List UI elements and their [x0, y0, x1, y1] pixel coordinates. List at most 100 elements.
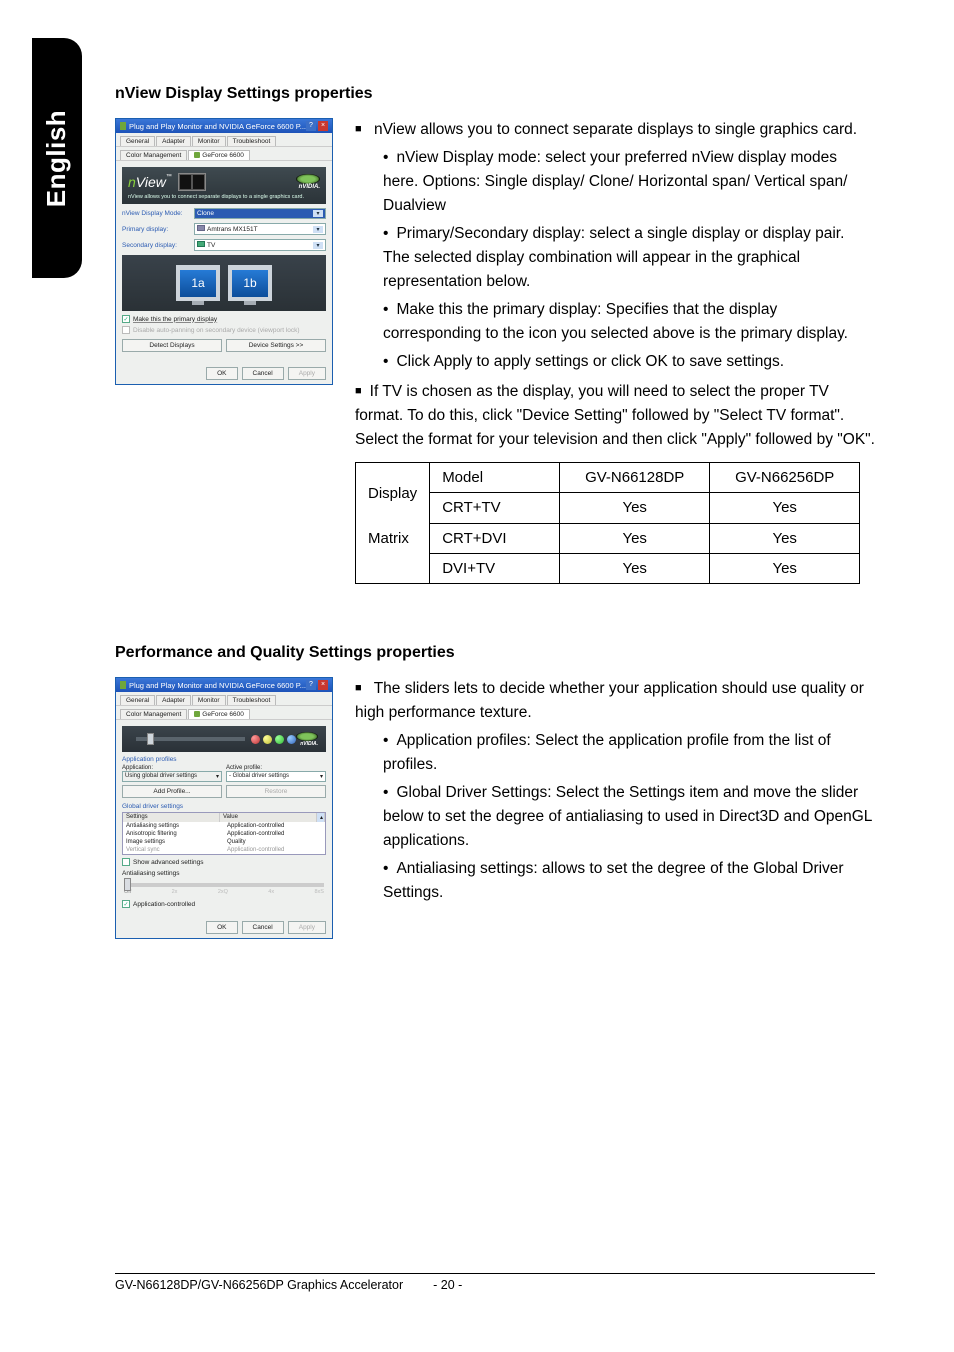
label-app-controlled: Application-controlled: [133, 901, 195, 908]
checkbox-disable-panning: [122, 326, 130, 334]
language-side-tab: English: [32, 38, 82, 278]
perf-quality-slider-bar: nVIDIA.: [122, 726, 326, 752]
dialog-body: nView™ nVIDIA. nView allows you to conne…: [116, 161, 332, 363]
list-row[interactable]: Anisotropic filteringApplication-control…: [123, 830, 325, 838]
aa-tick: 8xS: [314, 889, 323, 895]
add-profile-button[interactable]: Add Profile...: [122, 785, 222, 798]
list-row[interactable]: Image settingsQuality: [123, 838, 325, 846]
checkbox-make-primary[interactable]: ✓: [122, 315, 130, 323]
tab-geforce[interactable]: GeForce 6600: [188, 150, 250, 160]
help-button[interactable]: ?: [306, 121, 316, 131]
nview-sub-1: nView Display mode: select your preferre…: [383, 146, 875, 218]
button-bar: Detect Displays Device Settings >>: [122, 339, 326, 352]
label-make-primary: Make this the primary display: [133, 316, 217, 323]
chevron-down-icon: ▾: [313, 226, 323, 233]
matrix-r2-c2: Yes: [710, 553, 860, 583]
matrix-r1-c1: Yes: [560, 523, 710, 553]
ok-button[interactable]: OK: [206, 367, 237, 380]
matrix-h-model: Model: [430, 463, 560, 493]
nview-bullet-1: nView allows you to connect separate dis…: [355, 118, 875, 374]
slider-thumb[interactable]: [147, 733, 154, 745]
perf-heading: Performance and Quality Settings propert…: [115, 644, 875, 662]
tab-general[interactable]: General: [120, 136, 155, 146]
select-primary-display[interactable]: Amtrans MX151T ▾: [194, 223, 326, 235]
display-matrix-table: Display Model GV-N66128DP GV-N66256DP CR…: [355, 462, 860, 584]
nvidia-tab-icon: [194, 152, 200, 158]
list-cell: Quality: [224, 838, 325, 846]
aa-tick: 2x: [172, 889, 178, 895]
nvidia-eye-logo: nVIDIA.: [296, 732, 318, 747]
nview-bullet-2: If TV is chosen as the display, you will…: [355, 380, 875, 452]
monitor-preview-2[interactable]: 1b: [228, 265, 272, 301]
active-profile-value: - Global driver settings: [229, 773, 289, 780]
perf-bullet-1-text: The sliders lets to decide whether your …: [355, 680, 864, 721]
list-cell: Application-controlled: [224, 846, 325, 854]
perf-sub-2: Global Driver Settings: Select the Setti…: [383, 781, 875, 853]
aa-slider[interactable]: Off 2x 2xQ 4x 8xS: [124, 883, 324, 895]
tab-geforce-label: GeForce 6600: [202, 152, 244, 159]
list-row[interactable]: Antialiasing settingsApplication-control…: [123, 822, 325, 830]
perf-sub-3: Antialiasing settings: allows to set the…: [383, 857, 875, 905]
perf-row: Plug and Play Monitor and NVIDIA GeForce…: [115, 677, 875, 939]
list-cell: Vertical sync: [123, 846, 224, 854]
tab-color-management[interactable]: Color Management: [120, 150, 187, 160]
cancel-button[interactable]: Cancel: [242, 367, 284, 380]
language-label: English: [42, 109, 73, 206]
tab-troubleshoot[interactable]: Troubleshoot: [227, 695, 277, 705]
ok-button[interactable]: OK: [206, 921, 237, 934]
apply-button: Apply: [288, 921, 326, 934]
matrix-r0-model: CRT+TV: [430, 493, 560, 523]
checkbox-app-controlled[interactable]: ✓: [122, 900, 130, 908]
apply-button: Apply: [288, 367, 326, 380]
tab-geforce[interactable]: GeForce 6600: [188, 709, 250, 719]
row-app-controlled: ✓ Application-controlled: [122, 900, 326, 908]
tab-color-management[interactable]: Color Management: [120, 709, 187, 719]
matrix-h-matrix: Matrix: [356, 523, 430, 553]
row-secondary-display: Secondary display: TV ▾: [122, 239, 326, 251]
tab-monitor[interactable]: Monitor: [192, 695, 226, 705]
matrix-r0-c2: Yes: [710, 493, 860, 523]
dialog-title: Plug and Play Monitor and NVIDIA GeForce…: [129, 122, 306, 131]
select-display-mode[interactable]: Clone ▾: [194, 208, 326, 219]
nview-row: Plug and Play Monitor and NVIDIA GeForce…: [115, 118, 875, 584]
tab-troubleshoot[interactable]: Troubleshoot: [227, 136, 277, 146]
chevron-down-icon: ▾: [216, 773, 219, 780]
row-make-primary: ✓ Make this the primary display: [122, 315, 326, 323]
device-settings-button[interactable]: Device Settings >>: [226, 339, 326, 352]
nvidia-brand-text: nVIDIA.: [296, 741, 318, 747]
chevron-down-icon: ▾: [313, 242, 323, 249]
perf-top-slider[interactable]: [136, 737, 245, 741]
tab-adapter[interactable]: Adapter: [156, 695, 191, 705]
select-secondary-display[interactable]: TV ▾: [194, 239, 326, 251]
nview-bullet-1-text: nView allows you to connect separate dis…: [374, 121, 857, 138]
list-row[interactable]: Vertical syncApplication-controlled: [123, 846, 325, 854]
aa-tick: 4x: [268, 889, 274, 895]
close-button[interactable]: ×: [318, 121, 328, 131]
settings-list[interactable]: Settings Value ▴ Antialiasing settingsAp…: [122, 812, 326, 855]
perf-dialog: Plug and Play Monitor and NVIDIA GeForce…: [115, 677, 333, 939]
cancel-button[interactable]: Cancel: [242, 921, 284, 934]
monitor-preview-1[interactable]: 1a: [176, 265, 220, 301]
footer-page-number: - 20 -: [433, 1278, 462, 1292]
row-disable-panning: Disable auto-panning on secondary device…: [122, 326, 326, 334]
label-display-mode: nView Display Mode:: [122, 210, 194, 217]
nview-banner: nView™ nVIDIA. nView allows you to conne…: [122, 167, 326, 204]
help-button[interactable]: ?: [306, 680, 316, 690]
matrix-r0-c1: Yes: [560, 493, 710, 523]
tab-general[interactable]: General: [120, 695, 155, 705]
close-button[interactable]: ×: [318, 680, 328, 690]
footer-product: GV-N66128DP/GV-N66256DP Graphics Acceler…: [115, 1278, 403, 1292]
scroll-up-icon[interactable]: ▴: [317, 813, 325, 822]
matrix-r1-c2: Yes: [710, 523, 860, 553]
detect-displays-button[interactable]: Detect Displays: [122, 339, 222, 352]
nvidia-eye-logo: nVIDIA.: [296, 174, 320, 190]
aa-slider-thumb[interactable]: [124, 878, 131, 891]
chevron-down-icon: ▾: [320, 773, 323, 780]
nview-dialog: Plug and Play Monitor and NVIDIA GeForce…: [115, 118, 333, 385]
checkbox-show-advanced[interactable]: ✓: [122, 858, 130, 866]
application-select[interactable]: Using global driver settings▾: [122, 771, 222, 782]
tab-adapter[interactable]: Adapter: [156, 136, 191, 146]
matrix-blank: [356, 553, 430, 583]
active-profile-select[interactable]: - Global driver settings ▾: [226, 771, 326, 782]
tab-monitor[interactable]: Monitor: [192, 136, 226, 146]
